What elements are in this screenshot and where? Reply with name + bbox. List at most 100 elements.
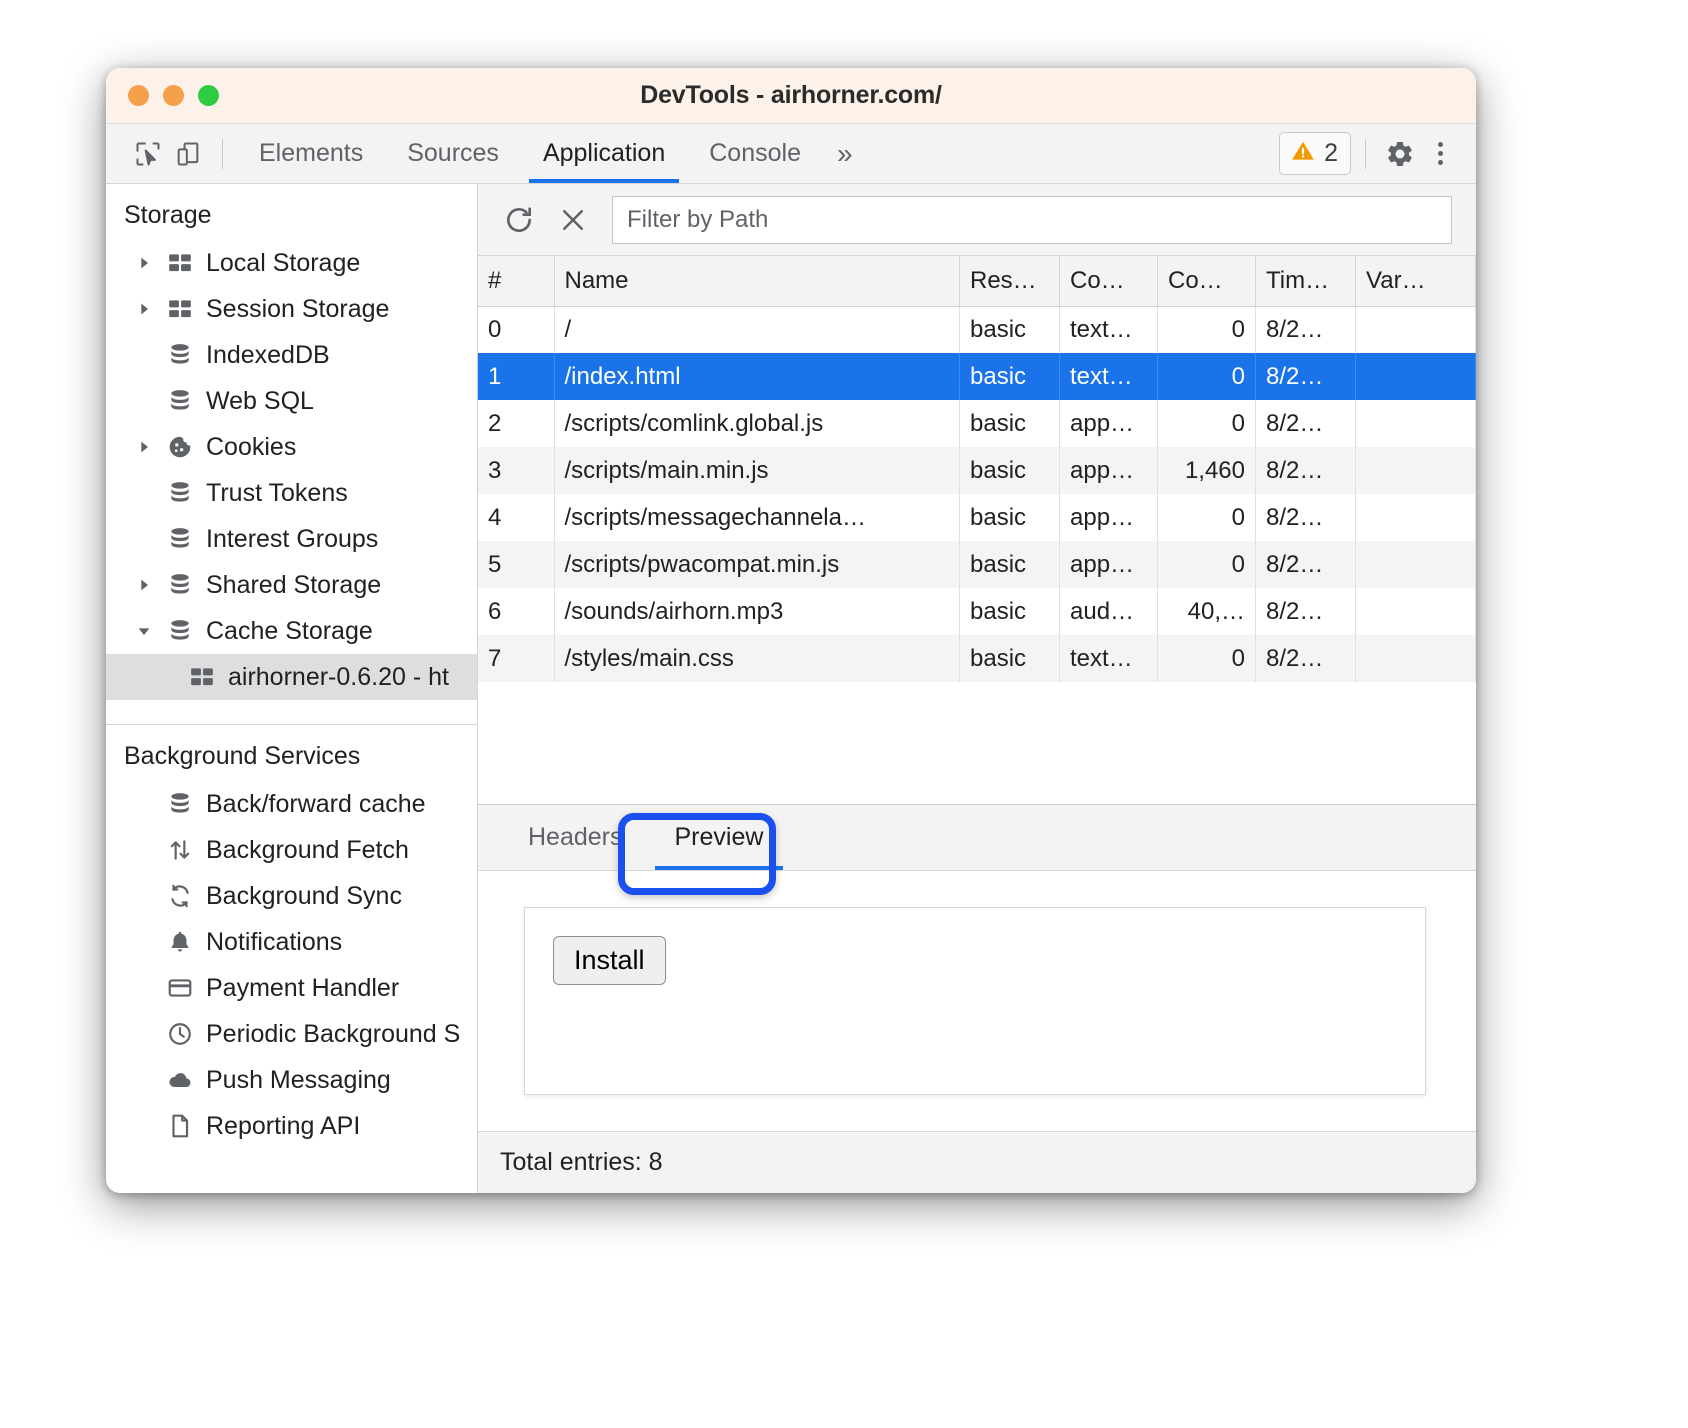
cell-index: 3 [478,447,554,494]
sidebar-item-label: Local Storage [206,249,360,278]
sidebar-item-back-forward-cache[interactable]: Back/forward cache [106,781,477,827]
table-body: 0 / basic text… 0 8/2… 1 /index.html [478,306,1476,682]
install-button[interactable]: Install [553,936,666,985]
column-header-content-type[interactable]: Co… [1060,256,1158,306]
table-row[interactable]: 6 /sounds/airhorn.mp3 basic aud… 40,… 8/… [478,588,1476,635]
column-header-vary-header[interactable]: Var… [1356,256,1476,306]
cell-index: 6 [478,588,554,635]
sidebar-item-airhorner-cache[interactable]: airhorner-0.6.20 - ht [106,654,477,700]
cell-vary-header [1356,306,1476,353]
sidebar-item-label: Web SQL [206,387,314,416]
tab-headers[interactable]: Headers [502,805,649,870]
sidebar-item-reporting-api[interactable]: Reporting API [106,1103,477,1149]
chevron-right-icon[interactable] [136,577,162,593]
arrows-up-down-icon [162,837,198,863]
cell-content-length: 40,… [1158,588,1256,635]
warning-triangle-icon [1290,138,1316,169]
cell-name: /styles/main.css [554,635,960,682]
column-header-index[interactable]: # [478,256,554,306]
chevron-right-icon[interactable] [136,255,162,271]
tab-preview[interactable]: Preview [649,805,790,870]
sidebar-item-label: Reporting API [206,1112,360,1141]
tab-console[interactable]: Console [687,124,823,183]
table-grid-icon [162,250,198,276]
sidebar-item-cache-storage[interactable]: Cache Storage [106,608,477,654]
screenshot-root: DevTools - airhorner.com/ Elements Sourc… [0,0,1688,1428]
table-row[interactable]: 2 /scripts/comlink.global.js basic app… … [478,400,1476,447]
sidebar-item-session-storage[interactable]: Session Storage [106,286,477,332]
database-icon [162,618,198,644]
close-x-icon[interactable] [546,193,600,247]
refresh-icon[interactable] [492,193,546,247]
sidebar-item-push-messaging[interactable]: Push Messaging [106,1057,477,1103]
background-services-section-title: Background Services [106,725,477,781]
cell-index: 4 [478,494,554,541]
sidebar-item-cookies[interactable]: Cookies [106,424,477,470]
cache-entries-table: # Name Res… Co… Co… Tim… Var… 0 [478,256,1476,682]
chevron-right-icon[interactable] [136,301,162,317]
sidebar-item-periodic-background-sync[interactable]: Periodic Background S [106,1011,477,1057]
cell-content-type: app… [1060,447,1158,494]
sidebar-item-web-sql[interactable]: Web SQL [106,378,477,424]
cell-name: /scripts/main.min.js [554,447,960,494]
sidebar-item-payment-handler[interactable]: Payment Handler [106,965,477,1011]
cell-time-cached: 8/2… [1256,494,1356,541]
warning-count-label: 2 [1324,139,1338,168]
device-toolbar-icon[interactable] [168,134,208,174]
sidebar-item-label: Notifications [206,928,342,957]
kebab-menu-icon[interactable] [1420,134,1460,174]
table-row[interactable]: 3 /scripts/main.min.js basic app… 1,460 … [478,447,1476,494]
table-row[interactable]: 1 /index.html basic text… 0 8/2… [478,353,1476,400]
devtools-body: Storage Local Storage Session Storage [106,184,1476,1193]
cell-response-type: basic [960,494,1060,541]
sidebar-item-interest-groups[interactable]: Interest Groups [106,516,477,562]
sidebar-item-label: airhorner-0.6.20 - ht [228,663,449,692]
sidebar-item-shared-storage[interactable]: Shared Storage [106,562,477,608]
database-icon [162,791,198,817]
table-row[interactable]: 5 /scripts/pwacompat.min.js basic app… 0… [478,541,1476,588]
chevron-down-icon[interactable] [136,623,162,639]
warning-count-badge[interactable]: 2 [1279,132,1351,175]
column-header-time-cached[interactable]: Tim… [1256,256,1356,306]
gear-icon[interactable] [1380,134,1420,174]
column-header-content-length[interactable]: Co… [1158,256,1256,306]
more-tabs-icon[interactable]: » [823,124,867,183]
filter-by-path-input[interactable] [612,196,1452,244]
inspect-cursor-icon[interactable] [128,134,168,174]
grid-empty-space [478,682,1476,804]
cell-index: 0 [478,306,554,353]
column-header-response-type[interactable]: Res… [960,256,1060,306]
cell-time-cached: 8/2… [1256,447,1356,494]
table-row[interactable]: 0 / basic text… 0 8/2… [478,306,1476,353]
chevron-right-icon[interactable] [136,439,162,455]
cell-response-type: basic [960,635,1060,682]
sidebar-item-label: Periodic Background S [206,1020,460,1049]
sidebar-item-indexeddb[interactable]: IndexedDB [106,332,477,378]
tab-elements[interactable]: Elements [237,124,385,183]
column-header-name[interactable]: Name [554,256,960,306]
table-row[interactable]: 4 /scripts/messagechannela… basic app… 0… [478,494,1476,541]
tab-sources[interactable]: Sources [385,124,521,183]
sidebar-item-local-storage[interactable]: Local Storage [106,240,477,286]
cell-content-type: text… [1060,353,1158,400]
tab-application[interactable]: Application [521,124,687,183]
cell-vary-header [1356,353,1476,400]
database-icon [162,572,198,598]
cell-time-cached: 8/2… [1256,588,1356,635]
cell-content-length: 0 [1158,306,1256,353]
sidebar-scroll[interactable]: Storage Local Storage Session Storage [106,184,477,1193]
database-icon [162,388,198,414]
table-row[interactable]: 7 /styles/main.css basic text… 0 8/2… [478,635,1476,682]
sidebar-item-trust-tokens[interactable]: Trust Tokens [106,470,477,516]
cell-content-length: 0 [1158,494,1256,541]
table-grid-icon [184,664,220,690]
sidebar-item-notifications[interactable]: Notifications [106,919,477,965]
preview-content-pane: Install [478,871,1476,1131]
cell-name: /scripts/messagechannela… [554,494,960,541]
document-icon [162,1113,198,1139]
sidebar-item-background-sync[interactable]: Background Sync [106,873,477,919]
cell-vary-header [1356,541,1476,588]
database-icon [162,342,198,368]
cell-content-length: 0 [1158,353,1256,400]
sidebar-item-background-fetch[interactable]: Background Fetch [106,827,477,873]
